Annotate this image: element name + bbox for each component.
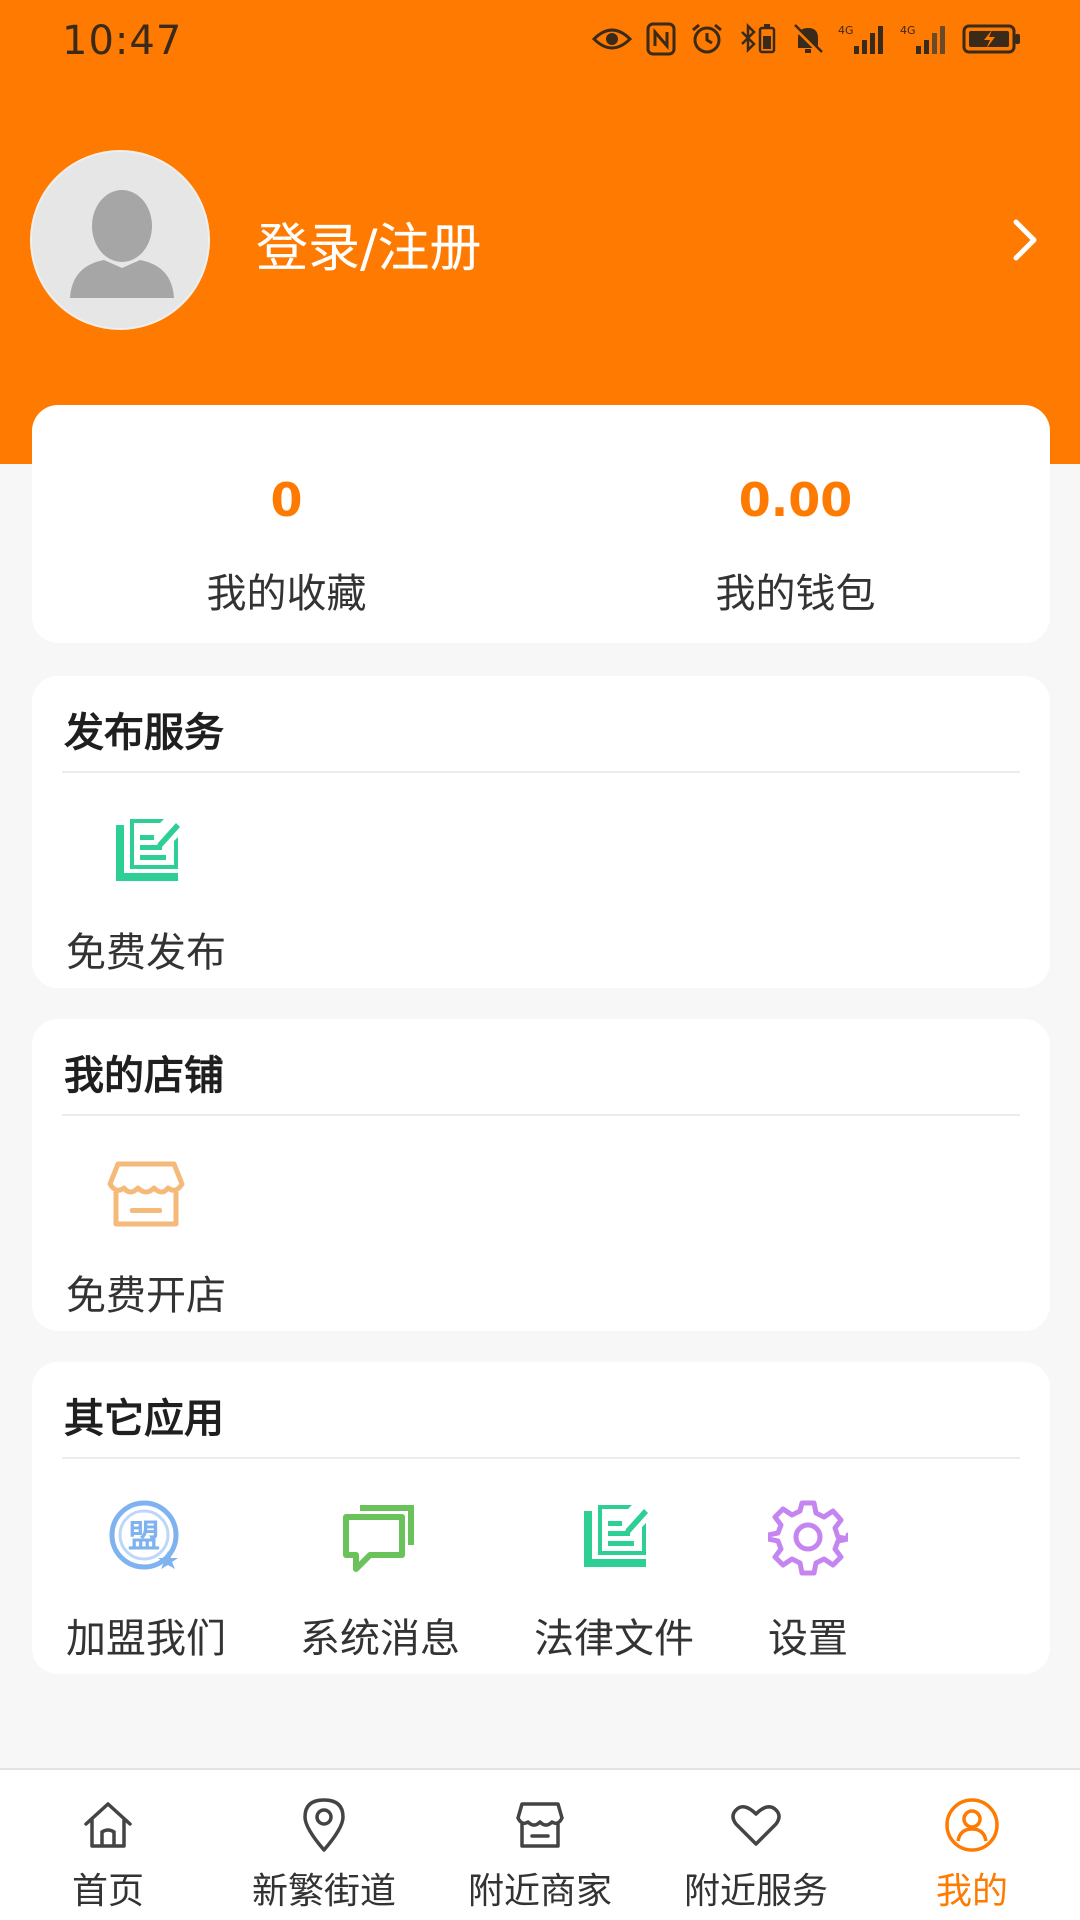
nav-mine[interactable]: 我的 bbox=[864, 1770, 1080, 1920]
tile-label: 免费发布 bbox=[66, 930, 226, 976]
system-messages-button[interactable]: 系统消息 bbox=[280, 1482, 480, 1662]
publish-document-icon bbox=[116, 819, 180, 881]
bottom-nav: 首页 新繁街道 附近商家 附近服务 我的 bbox=[0, 1768, 1080, 1920]
nav-label: 新繁街道 bbox=[251, 1871, 396, 1912]
header-banner: 10:47 4G 4G 登录/注册 bbox=[0, 0, 1080, 464]
legal-document-icon bbox=[584, 1505, 648, 1567]
avatar[interactable] bbox=[30, 150, 210, 330]
nav-label: 首页 bbox=[71, 1871, 144, 1912]
wallet-balance: 0.00 bbox=[738, 473, 853, 527]
alarm-icon bbox=[692, 23, 722, 54]
section-title: 发布服务 bbox=[64, 710, 224, 756]
join-badge-icon: 盟 bbox=[109, 1500, 179, 1570]
profile-row[interactable]: 登录/注册 bbox=[0, 150, 1080, 330]
wallet-stat[interactable]: 0.00 我的钱包 bbox=[541, 405, 1050, 643]
wallet-label: 我的钱包 bbox=[715, 571, 876, 617]
battery-charging-icon bbox=[962, 24, 1020, 54]
nav-label: 我的 bbox=[935, 1871, 1008, 1912]
heart-icon bbox=[731, 1805, 781, 1846]
legal-documents-button[interactable]: 法律文件 bbox=[514, 1482, 714, 1662]
favorites-stat[interactable]: 0 我的收藏 bbox=[32, 405, 541, 643]
favorites-count: 0 bbox=[270, 473, 303, 527]
my-shop-card: 我的店铺 免费开店 bbox=[32, 1019, 1050, 1331]
settings-button[interactable]: 设置 bbox=[708, 1482, 908, 1662]
publish-service-card: 发布服务 免费发布 bbox=[32, 676, 1050, 988]
nfc-icon bbox=[646, 22, 676, 56]
tile-label: 加盟我们 bbox=[66, 1616, 226, 1662]
gear-icon bbox=[768, 1500, 848, 1576]
bluetooth-battery-icon bbox=[741, 22, 776, 54]
chevron-right-icon[interactable] bbox=[1010, 216, 1040, 264]
section-title: 其它应用 bbox=[64, 1396, 224, 1442]
tile-label: 法律文件 bbox=[534, 1616, 694, 1662]
svg-text:4G: 4G bbox=[900, 24, 916, 37]
status-time: 10:47 bbox=[62, 18, 183, 64]
login-register-link[interactable]: 登录/注册 bbox=[256, 206, 482, 281]
tile-label: 免费开店 bbox=[66, 1273, 226, 1319]
default-avatar-icon bbox=[70, 190, 174, 298]
signal-4g-secondary-icon: 4G bbox=[900, 24, 945, 54]
svg-text:盟: 盟 bbox=[128, 1517, 160, 1555]
join-us-button[interactable]: 盟 加盟我们 bbox=[46, 1482, 246, 1662]
store-icon bbox=[516, 1802, 564, 1848]
favorites-label: 我的收藏 bbox=[206, 571, 367, 617]
other-apps-card: 其它应用 盟 加盟我们 系统消息 法律文件 设置 bbox=[32, 1362, 1050, 1674]
status-icons: 4G 4G bbox=[592, 16, 1022, 62]
stats-card: 0 我的收藏 0.00 我的钱包 bbox=[32, 405, 1050, 643]
home-icon bbox=[84, 1802, 132, 1848]
free-open-shop-button[interactable]: 免费开店 bbox=[46, 1139, 246, 1319]
free-publish-button[interactable]: 免费发布 bbox=[46, 796, 246, 976]
divider bbox=[62, 771, 1020, 773]
nav-nearby-merchants[interactable]: 附近商家 bbox=[432, 1770, 648, 1920]
user-profile-icon bbox=[945, 1798, 999, 1852]
location-pin-icon bbox=[303, 1798, 345, 1852]
signal-4g-icon: 4G bbox=[838, 24, 883, 54]
nav-label: 附近服务 bbox=[683, 1871, 828, 1912]
svg-text:4G: 4G bbox=[838, 24, 854, 37]
divider bbox=[62, 1457, 1020, 1459]
tile-label: 设置 bbox=[768, 1616, 848, 1662]
eye-icon bbox=[592, 28, 632, 50]
nav-nearby-services[interactable]: 附近服务 bbox=[648, 1770, 864, 1920]
nav-label: 附近商家 bbox=[467, 1871, 612, 1912]
nav-home[interactable]: 首页 bbox=[0, 1770, 216, 1920]
nav-xinfan-street[interactable]: 新繁街道 bbox=[216, 1770, 432, 1920]
messages-icon bbox=[343, 1505, 414, 1572]
tile-label: 系统消息 bbox=[300, 1616, 460, 1662]
section-title: 我的店铺 bbox=[64, 1053, 224, 1099]
mute-bell-icon bbox=[792, 24, 824, 56]
storefront-icon bbox=[107, 1161, 185, 1227]
divider bbox=[62, 1114, 1020, 1116]
status-bar: 10:47 4G 4G bbox=[0, 0, 1080, 80]
